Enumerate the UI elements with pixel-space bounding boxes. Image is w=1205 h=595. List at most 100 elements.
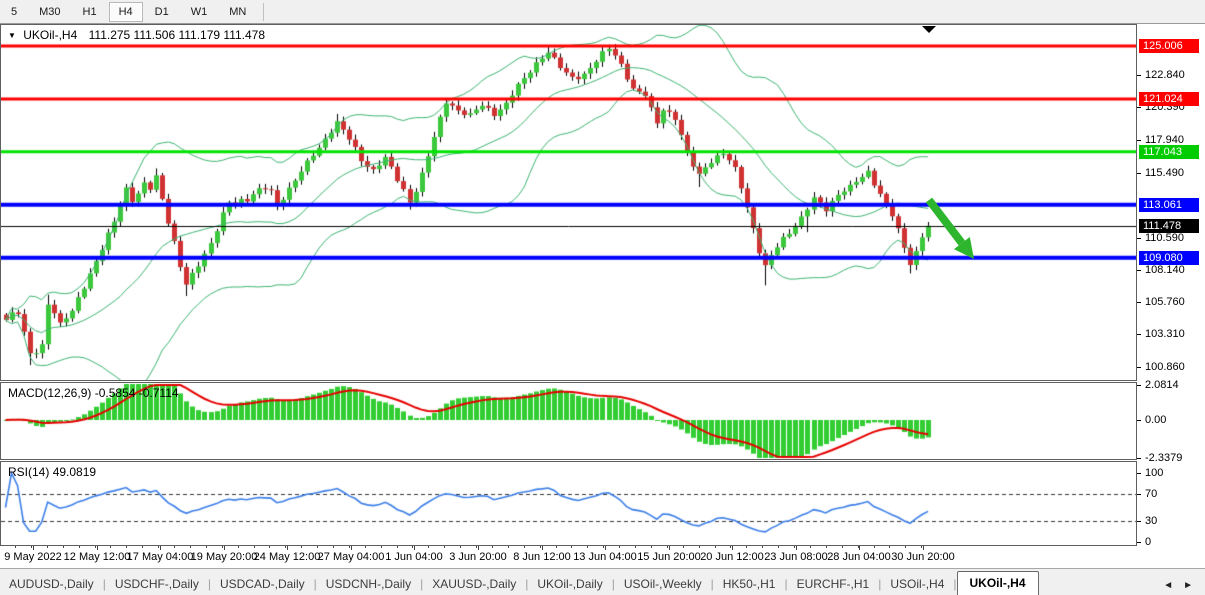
tab-ukoil-h4[interactable]: UKOil-,H4 <box>957 571 1039 595</box>
time-tick-label: 8 Jun 12:00 <box>513 551 571 563</box>
time-minor-tick <box>858 546 859 548</box>
price-tick-mark <box>1137 270 1141 271</box>
time-minor-tick <box>587 546 588 548</box>
symbol-dropdown-icon[interactable]: ▼ <box>8 31 16 40</box>
time-tick-label: 3 Jun 20:00 <box>449 551 507 563</box>
time-minor-tick <box>556 546 557 548</box>
tab-hk50-h1[interactable]: HK50-,H1 <box>714 573 785 595</box>
time-minor-tick <box>158 546 159 548</box>
price-tick-label: 110.590 <box>1145 231 1184 245</box>
time-minor-tick <box>31 546 32 548</box>
tab-eurchf-h1[interactable]: EURCHF-,H1 <box>788 573 879 595</box>
price-tick-label: 105.760 <box>1145 295 1185 309</box>
chart-shift-marker[interactable] <box>922 26 936 33</box>
time-minor-tick <box>810 546 811 548</box>
timeframe-button-5[interactable]: 5 <box>1 2 27 22</box>
time-minor-tick <box>365 546 366 548</box>
timeframe-toolbar: 5M30H1H4D1W1MN <box>0 0 1205 24</box>
time-minor-tick <box>317 546 318 548</box>
time-minor-tick <box>254 546 255 548</box>
timeframe-button-h4[interactable]: H4 <box>109 2 143 22</box>
tab-ukoil-daily[interactable]: UKOil-,Daily <box>528 573 611 595</box>
time-tick-label: 12 May 12:00 <box>64 551 131 563</box>
time-tick-mark <box>859 546 860 550</box>
time-minor-tick <box>762 546 763 548</box>
price-tick-mark <box>1137 367 1141 368</box>
time-minor-tick <box>126 546 127 548</box>
time-tick-mark <box>224 546 225 550</box>
macd-values: -0.5854 -0.7114 <box>95 386 179 400</box>
rsi-label: RSI(14) 49.0819 <box>8 465 96 479</box>
timeframe-button-h1[interactable]: H1 <box>73 2 107 22</box>
price-tick-mark <box>1137 75 1141 76</box>
rsi-scale-label: 100 <box>1145 466 1163 480</box>
time-tick-mark <box>923 546 924 550</box>
tabs-scroll-left-button[interactable]: ◄ <box>1163 580 1173 591</box>
macd-scale-label: -2.3379 <box>1145 451 1182 465</box>
timeframe-button-w1[interactable]: W1 <box>181 2 218 22</box>
timeframe-button-mn[interactable]: MN <box>219 2 256 22</box>
time-minor-tick <box>110 546 111 548</box>
time-tick-label: 23 Jun 08:00 <box>764 551 828 563</box>
timeframe-button-m30[interactable]: M30 <box>29 2 70 22</box>
rsi-tick-mark <box>1137 521 1141 522</box>
time-minor-tick <box>874 546 875 548</box>
price-chart-canvas[interactable] <box>1 25 1136 380</box>
tab-usoil-h4[interactable]: USOil-,H4 <box>881 573 953 595</box>
time-minor-tick <box>142 546 143 548</box>
time-minor-tick <box>206 546 207 548</box>
time-tick-mark <box>478 546 479 550</box>
time-minor-tick <box>476 546 477 548</box>
time-minor-tick <box>905 546 906 548</box>
tab-usdcnh-daily[interactable]: USDCNH-,Daily <box>317 573 420 595</box>
time-tick-mark <box>669 546 670 550</box>
chart-symbol-label: UKOil-,H4 <box>23 28 77 42</box>
time-minor-tick <box>842 546 843 548</box>
time-minor-tick <box>492 546 493 548</box>
time-minor-tick <box>301 546 302 548</box>
time-minor-tick <box>921 546 922 548</box>
time-minor-tick <box>524 546 525 548</box>
timeframe-button-d1[interactable]: D1 <box>145 2 179 22</box>
price-tick-label: 108.140 <box>1145 263 1185 277</box>
tab-xauusd-daily[interactable]: XAUUSD-,Daily <box>423 573 525 595</box>
time-tick-mark <box>287 546 288 550</box>
rsi-scale-label: 30 <box>1145 514 1157 528</box>
time-minor-tick <box>603 546 604 548</box>
time-minor-tick <box>715 546 716 548</box>
price-level-badge: 121.024 <box>1139 92 1199 106</box>
time-minor-tick <box>222 546 223 548</box>
tab-scroll-controls: ◄► <box>1163 576 1205 595</box>
time-minor-tick <box>540 546 541 548</box>
macd-indicator-panel: MACD(12,26,9) -0.5854 -0.7114 <box>0 382 1137 460</box>
rsi-scale-label: 70 <box>1145 487 1157 501</box>
tab-audusd-daily[interactable]: AUDUSD-,Daily <box>0 573 103 595</box>
time-minor-tick <box>174 546 175 548</box>
tab-usdchf-daily[interactable]: USDCHF-,Daily <box>106 573 208 595</box>
time-minor-tick <box>667 546 668 548</box>
tab-usoil-weekly[interactable]: USOil-,Weekly <box>615 573 711 595</box>
time-minor-tick <box>460 546 461 548</box>
time-minor-tick <box>95 546 96 548</box>
price-level-badge: 109.080 <box>1139 251 1199 265</box>
price-tick-mark <box>1137 334 1141 335</box>
rsi-tick-mark <box>1137 494 1141 495</box>
time-minor-tick <box>285 546 286 548</box>
rsi-tick-mark <box>1137 542 1141 543</box>
price-axis[interactable]: 122.840120.390117.940115.490110.590108.1… <box>1137 24 1205 546</box>
price-tick-label: 103.310 <box>1145 327 1185 341</box>
price-tick-label: 115.490 <box>1145 166 1184 180</box>
rsi-canvas[interactable] <box>1 462 1136 545</box>
tabs-scroll-right-button[interactable]: ► <box>1183 580 1193 591</box>
time-minor-tick <box>15 546 16 548</box>
time-tick-mark <box>160 546 161 550</box>
price-tick-mark <box>1137 140 1141 141</box>
time-axis[interactable]: 9 May 202212 May 12:0017 May 04:0019 May… <box>0 546 1205 568</box>
price-level-badge: 125.006 <box>1139 39 1199 53</box>
time-minor-tick <box>794 546 795 548</box>
tab-usdcad-daily[interactable]: USDCAD-,Daily <box>211 573 314 595</box>
toolbar-separator <box>263 3 264 21</box>
macd-scale-label: 2.0814 <box>1145 378 1179 392</box>
rsi-indicator-panel: RSI(14) 49.0819 <box>0 461 1137 546</box>
time-tick-mark <box>414 546 415 550</box>
